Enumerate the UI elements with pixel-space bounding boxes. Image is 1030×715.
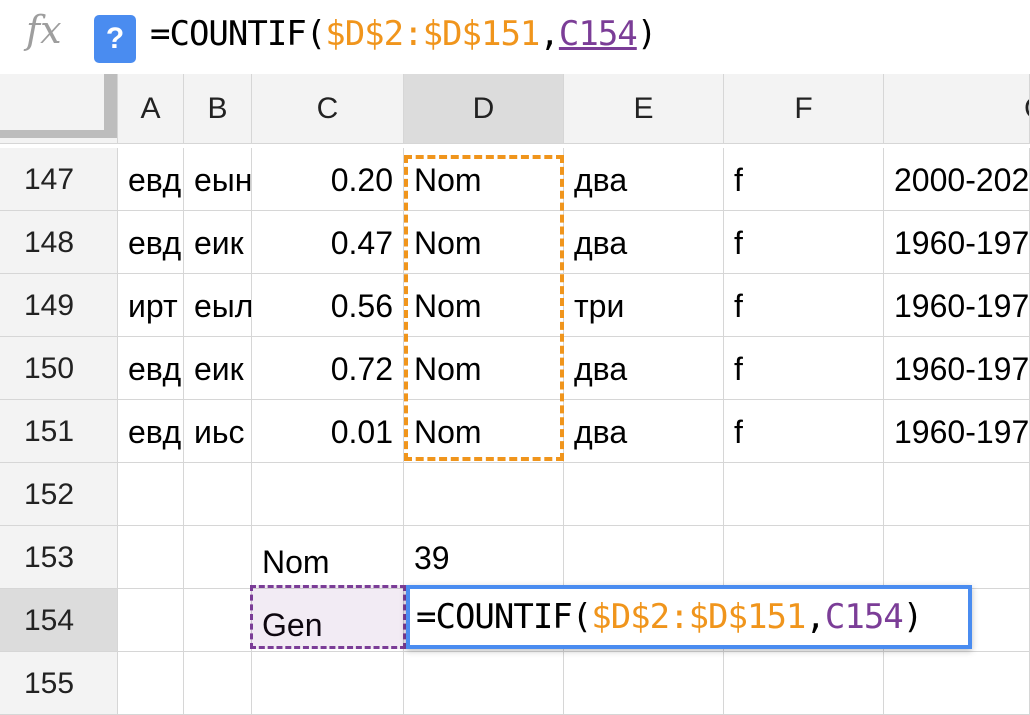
cell-a149[interactable]: ирт bbox=[118, 274, 184, 337]
cell-b147[interactable]: еын bbox=[184, 148, 252, 211]
cell-e155[interactable] bbox=[564, 652, 724, 715]
cell-c149[interactable]: 0.56 bbox=[252, 274, 404, 337]
cell-c151[interactable]: 0.01 bbox=[252, 400, 404, 463]
cell-f147[interactable]: f bbox=[724, 148, 884, 211]
cell-e152[interactable] bbox=[564, 463, 724, 526]
cell-d148[interactable]: Nom bbox=[404, 211, 564, 274]
cell-d150[interactable]: Nom bbox=[404, 337, 564, 400]
editor-criteria-ref: C154 bbox=[824, 597, 904, 637]
editor-separator: , bbox=[805, 597, 826, 637]
column-header-f[interactable]: F bbox=[724, 74, 884, 144]
cell-b150[interactable]: еик bbox=[184, 337, 252, 400]
column-header-c[interactable]: C bbox=[252, 74, 404, 144]
formula-input[interactable]: =COUNTIF($D$2:$D$151,C154) bbox=[150, 14, 658, 54]
cell-d147[interactable]: Nom bbox=[404, 148, 564, 211]
cell-g148[interactable]: 1960-1970 bbox=[884, 211, 1030, 274]
cell-a151[interactable]: евд bbox=[118, 400, 184, 463]
cell-e147[interactable]: два bbox=[564, 148, 724, 211]
criteria-cell-highlight bbox=[250, 585, 406, 649]
row-header[interactable]: 150 bbox=[0, 337, 118, 400]
cell-f153[interactable] bbox=[724, 526, 884, 589]
cell-a155[interactable] bbox=[118, 652, 184, 715]
column-header-a[interactable]: A bbox=[118, 74, 184, 144]
cell-a150[interactable]: евд bbox=[118, 337, 184, 400]
cell-g155[interactable] bbox=[884, 652, 1030, 715]
cell-g150[interactable]: 1960-1970 bbox=[884, 337, 1030, 400]
cell-b153[interactable] bbox=[184, 526, 252, 589]
cell-b151[interactable]: иьс bbox=[184, 400, 252, 463]
cell-c155[interactable] bbox=[252, 652, 404, 715]
formula-bar: fx ? =COUNTIF($D$2:$D$151,C154) bbox=[0, 0, 1030, 76]
column-header-g[interactable]: G bbox=[884, 74, 1030, 144]
fx-icon: fx bbox=[26, 8, 62, 52]
row-header[interactable]: 147 bbox=[0, 148, 118, 211]
cell-e149[interactable]: три bbox=[564, 274, 724, 337]
select-all-corner[interactable] bbox=[0, 74, 118, 144]
column-header-d[interactable]: D bbox=[404, 74, 564, 144]
cell-b155[interactable] bbox=[184, 652, 252, 715]
cell-b154[interactable] bbox=[184, 589, 252, 652]
cell-c152[interactable] bbox=[252, 463, 404, 526]
formula-suffix: ) bbox=[636, 14, 658, 54]
cell-d155[interactable] bbox=[404, 652, 564, 715]
cell-d153[interactable]: 39 bbox=[404, 526, 564, 589]
cell-g147[interactable]: 2000-2020 bbox=[884, 148, 1030, 211]
column-header-b[interactable]: B bbox=[184, 74, 252, 144]
cell-b148[interactable]: еик bbox=[184, 211, 252, 274]
row-header[interactable]: 153 bbox=[0, 526, 118, 589]
cell-a153[interactable] bbox=[118, 526, 184, 589]
cell-editor[interactable]: =COUNTIF($D$2:$D$151,C154) bbox=[406, 585, 972, 649]
row-header[interactable]: 148 bbox=[0, 211, 118, 274]
cell-f152[interactable] bbox=[724, 463, 884, 526]
cell-f149[interactable]: f bbox=[724, 274, 884, 337]
help-icon[interactable]: ? bbox=[94, 15, 136, 63]
editor-range-ref: $D$2:$D$151 bbox=[591, 597, 806, 637]
row-header[interactable]: 149 bbox=[0, 274, 118, 337]
cell-c153[interactable]: Nom bbox=[252, 526, 404, 589]
cell-d149[interactable]: Nom bbox=[404, 274, 564, 337]
cell-d152[interactable] bbox=[404, 463, 564, 526]
cell-b149[interactable]: еыл bbox=[184, 274, 252, 337]
formula-criteria-ref: C154 bbox=[558, 14, 638, 54]
corner-mark bbox=[0, 130, 117, 138]
formula-prefix: =COUNTIF( bbox=[150, 14, 326, 54]
cell-f148[interactable]: f bbox=[724, 211, 884, 274]
cell-f150[interactable]: f bbox=[724, 337, 884, 400]
cell-c150[interactable]: 0.72 bbox=[252, 337, 404, 400]
cell-a148[interactable]: евд bbox=[118, 211, 184, 274]
cell-g152[interactable] bbox=[884, 463, 1030, 526]
cell-c147[interactable]: 0.20 bbox=[252, 148, 404, 211]
cell-e148[interactable]: два bbox=[564, 211, 724, 274]
row-header[interactable]: 151 bbox=[0, 400, 118, 463]
row-header[interactable]: 154 bbox=[0, 589, 118, 652]
cell-g153[interactable] bbox=[884, 526, 1030, 589]
cell-a152[interactable] bbox=[118, 463, 184, 526]
editor-prefix: =COUNTIF( bbox=[416, 597, 592, 637]
cell-e151[interactable]: два bbox=[564, 400, 724, 463]
cell-g151[interactable]: 1960-1970 bbox=[884, 400, 1030, 463]
cell-e153[interactable] bbox=[564, 526, 724, 589]
cell-b152[interactable] bbox=[184, 463, 252, 526]
cell-a147[interactable]: евд bbox=[118, 148, 184, 211]
cell-c148[interactable]: 0.47 bbox=[252, 211, 404, 274]
column-header-e[interactable]: E bbox=[564, 74, 724, 144]
cell-a154[interactable] bbox=[118, 589, 184, 652]
cell-g149[interactable]: 1960-1970 bbox=[884, 274, 1030, 337]
row-header[interactable]: 152 bbox=[0, 463, 118, 526]
cell-e150[interactable]: два bbox=[564, 337, 724, 400]
formula-range-ref: $D$2:$D$151 bbox=[325, 14, 540, 54]
row-header[interactable]: 155 bbox=[0, 652, 118, 715]
cell-f155[interactable] bbox=[724, 652, 884, 715]
cell-d151[interactable]: Nom bbox=[404, 400, 564, 463]
corner-mark bbox=[104, 74, 117, 138]
formula-separator: , bbox=[539, 14, 560, 54]
cell-f151[interactable]: f bbox=[724, 400, 884, 463]
editor-suffix: ) bbox=[902, 597, 924, 637]
